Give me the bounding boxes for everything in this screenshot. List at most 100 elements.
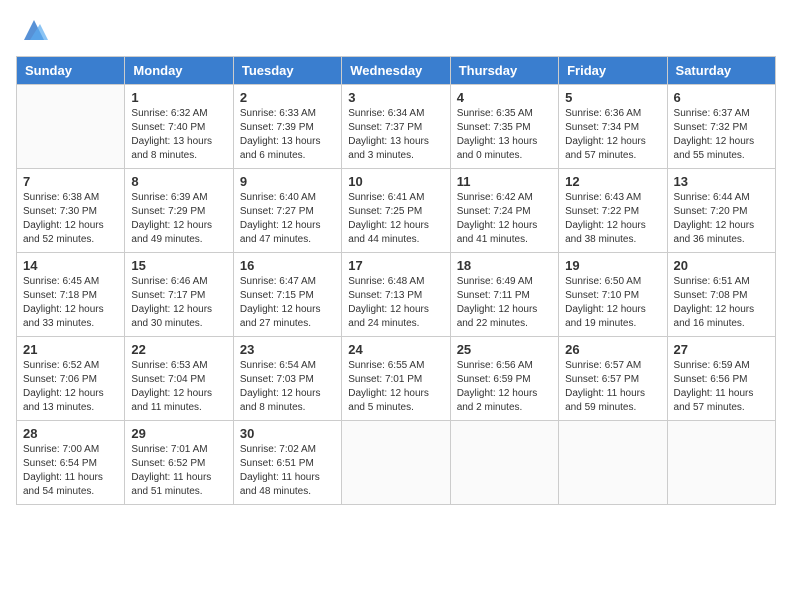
day-info: Sunrise: 6:53 AM Sunset: 7:04 PM Dayligh… xyxy=(131,359,226,415)
calendar-cell: 28 Sunrise: 7:00 AM Sunset: 6:54 PM Dayli… xyxy=(17,421,125,505)
calendar-cell: 7 Sunrise: 6:38 AM Sunset: 7:30 PM Daylig… xyxy=(17,169,125,253)
calendar-cell xyxy=(17,85,125,169)
day-info: Sunrise: 6:46 AM Sunset: 7:17 PM Dayligh… xyxy=(131,275,226,331)
calendar-cell: 14Sunrise: 6:45 AM Sunset: 7:18 PM Dayli… xyxy=(17,253,125,337)
day-number: 30 xyxy=(240,426,335,441)
calendar-cell: 4Sunrise: 6:35 AM Sunset: 7:35 PM Daylig… xyxy=(450,85,558,169)
day-number: 29 xyxy=(131,426,226,441)
weekday-header-friday: Friday xyxy=(559,57,667,85)
calendar-cell: 17 Sunrise: 6:48 AM Sunset: 7:13 PM Dayli… xyxy=(342,253,450,337)
weekday-header-saturday: Saturday xyxy=(667,57,775,85)
calendar-cell: 29 Sunrise: 7:01 AM Sunset: 6:52 PM Dayli… xyxy=(125,421,233,505)
logo-icon xyxy=(20,16,48,44)
weekday-header-thursday: Thursday xyxy=(450,57,558,85)
day-info: Sunrise: 6:34 AM Sunset: 7:37 PM Dayligh… xyxy=(348,107,443,163)
page-header xyxy=(16,16,776,44)
calendar-cell: 25Sunrise: 6:56 AM Sunset: 6:59 PM Dayli… xyxy=(450,337,558,421)
day-info: Sunrise: 6:52 AM Sunset: 7:06 PM Dayligh… xyxy=(23,359,118,415)
calendar-cell: 24Sunrise: 6:55 AM Sunset: 7:01 PM Dayli… xyxy=(342,337,450,421)
day-info: Sunrise: 6:59 AM Sunset: 6:56 PM Dayligh… xyxy=(674,359,769,415)
day-number: 7 xyxy=(23,174,118,189)
calendar-cell: 10 Sunrise: 6:41 AM Sunset: 7:25 PM Dayli… xyxy=(342,169,450,253)
day-number: 14 xyxy=(23,258,118,273)
day-info: Sunrise: 6:41 AM Sunset: 7:25 PM Dayligh… xyxy=(348,191,443,247)
calendar-cell: 26 Sunrise: 6:57 AM Sunset: 6:57 PM Dayli… xyxy=(559,337,667,421)
day-info: Sunrise: 6:42 AM Sunset: 7:24 PM Dayligh… xyxy=(457,191,552,247)
day-info: Sunrise: 6:33 AM Sunset: 7:39 PM Dayligh… xyxy=(240,107,335,163)
day-info: Sunrise: 7:02 AM Sunset: 6:51 PM Dayligh… xyxy=(240,443,335,499)
day-number: 18 xyxy=(457,258,552,273)
calendar-cell xyxy=(667,421,775,505)
weekday-header-monday: Monday xyxy=(125,57,233,85)
calendar-cell xyxy=(450,421,558,505)
weekday-header-wednesday: Wednesday xyxy=(342,57,450,85)
day-info: Sunrise: 6:50 AM Sunset: 7:10 PM Dayligh… xyxy=(565,275,660,331)
calendar-cell: 1 Sunrise: 6:32 AM Sunset: 7:40 PM Daylig… xyxy=(125,85,233,169)
day-number: 25 xyxy=(457,342,552,357)
day-info: Sunrise: 7:00 AM Sunset: 6:54 PM Dayligh… xyxy=(23,443,118,499)
calendar-cell: 11 Sunrise: 6:42 AM Sunset: 7:24 PM Dayli… xyxy=(450,169,558,253)
day-number: 27 xyxy=(674,342,769,357)
day-number: 2 xyxy=(240,90,335,105)
day-number: 26 xyxy=(565,342,660,357)
day-info: Sunrise: 6:51 AM Sunset: 7:08 PM Dayligh… xyxy=(674,275,769,331)
day-number: 13 xyxy=(674,174,769,189)
calendar-week-1: 1 Sunrise: 6:32 AM Sunset: 7:40 PM Daylig… xyxy=(17,85,776,169)
calendar-cell: 16 Sunrise: 6:47 AM Sunset: 7:15 PM Dayli… xyxy=(233,253,341,337)
calendar-cell: 13 Sunrise: 6:44 AM Sunset: 7:20 PM Dayli… xyxy=(667,169,775,253)
calendar-cell: 9 Sunrise: 6:40 AM Sunset: 7:27 PM Daylig… xyxy=(233,169,341,253)
day-info: Sunrise: 6:36 AM Sunset: 7:34 PM Dayligh… xyxy=(565,107,660,163)
day-number: 11 xyxy=(457,174,552,189)
logo xyxy=(16,16,48,44)
calendar-cell: 20 Sunrise: 6:51 AM Sunset: 7:08 PM Dayli… xyxy=(667,253,775,337)
day-info: Sunrise: 6:37 AM Sunset: 7:32 PM Dayligh… xyxy=(674,107,769,163)
day-number: 20 xyxy=(674,258,769,273)
day-info: Sunrise: 6:54 AM Sunset: 7:03 PM Dayligh… xyxy=(240,359,335,415)
day-number: 22 xyxy=(131,342,226,357)
calendar-cell: 27 Sunrise: 6:59 AM Sunset: 6:56 PM Dayli… xyxy=(667,337,775,421)
calendar-cell: 3 Sunrise: 6:34 AM Sunset: 7:37 PM Daylig… xyxy=(342,85,450,169)
day-info: Sunrise: 6:43 AM Sunset: 7:22 PM Dayligh… xyxy=(565,191,660,247)
day-number: 6 xyxy=(674,90,769,105)
calendar-cell: 8Sunrise: 6:39 AM Sunset: 7:29 PM Daylig… xyxy=(125,169,233,253)
day-info: Sunrise: 6:49 AM Sunset: 7:11 PM Dayligh… xyxy=(457,275,552,331)
calendar-header-row: SundayMondayTuesdayWednesdayThursdayFrid… xyxy=(17,57,776,85)
day-number: 19 xyxy=(565,258,660,273)
day-info: Sunrise: 6:57 AM Sunset: 6:57 PM Dayligh… xyxy=(565,359,660,415)
calendar-cell: 5Sunrise: 6:36 AM Sunset: 7:34 PM Daylig… xyxy=(559,85,667,169)
day-number: 16 xyxy=(240,258,335,273)
day-number: 17 xyxy=(348,258,443,273)
calendar-table: SundayMondayTuesdayWednesdayThursdayFrid… xyxy=(16,56,776,505)
day-number: 10 xyxy=(348,174,443,189)
calendar-week-5: 28 Sunrise: 7:00 AM Sunset: 6:54 PM Dayli… xyxy=(17,421,776,505)
day-number: 1 xyxy=(131,90,226,105)
day-info: Sunrise: 6:38 AM Sunset: 7:30 PM Dayligh… xyxy=(23,191,118,247)
calendar-cell: 12 Sunrise: 6:43 AM Sunset: 7:22 PM Dayli… xyxy=(559,169,667,253)
day-number: 21 xyxy=(23,342,118,357)
calendar-cell: 18 Sunrise: 6:49 AM Sunset: 7:11 PM Dayli… xyxy=(450,253,558,337)
day-info: Sunrise: 7:01 AM Sunset: 6:52 PM Dayligh… xyxy=(131,443,226,499)
weekday-header-tuesday: Tuesday xyxy=(233,57,341,85)
calendar-week-3: 14Sunrise: 6:45 AM Sunset: 7:18 PM Dayli… xyxy=(17,253,776,337)
day-number: 28 xyxy=(23,426,118,441)
calendar-cell xyxy=(342,421,450,505)
day-info: Sunrise: 6:47 AM Sunset: 7:15 PM Dayligh… xyxy=(240,275,335,331)
day-number: 12 xyxy=(565,174,660,189)
day-number: 23 xyxy=(240,342,335,357)
calendar-week-4: 21 Sunrise: 6:52 AM Sunset: 7:06 PM Dayli… xyxy=(17,337,776,421)
calendar-cell: 19 Sunrise: 6:50 AM Sunset: 7:10 PM Dayli… xyxy=(559,253,667,337)
day-number: 4 xyxy=(457,90,552,105)
day-number: 15 xyxy=(131,258,226,273)
day-info: Sunrise: 6:44 AM Sunset: 7:20 PM Dayligh… xyxy=(674,191,769,247)
calendar-cell xyxy=(559,421,667,505)
day-info: Sunrise: 6:32 AM Sunset: 7:40 PM Dayligh… xyxy=(131,107,226,163)
day-number: 3 xyxy=(348,90,443,105)
day-info: Sunrise: 6:40 AM Sunset: 7:27 PM Dayligh… xyxy=(240,191,335,247)
calendar-cell: 23 Sunrise: 6:54 AM Sunset: 7:03 PM Dayli… xyxy=(233,337,341,421)
day-info: Sunrise: 6:39 AM Sunset: 7:29 PM Dayligh… xyxy=(131,191,226,247)
day-number: 9 xyxy=(240,174,335,189)
calendar-cell: 30 Sunrise: 7:02 AM Sunset: 6:51 PM Dayli… xyxy=(233,421,341,505)
weekday-header-sunday: Sunday xyxy=(17,57,125,85)
day-info: Sunrise: 6:48 AM Sunset: 7:13 PM Dayligh… xyxy=(348,275,443,331)
calendar-cell: 15 Sunrise: 6:46 AM Sunset: 7:17 PM Dayli… xyxy=(125,253,233,337)
